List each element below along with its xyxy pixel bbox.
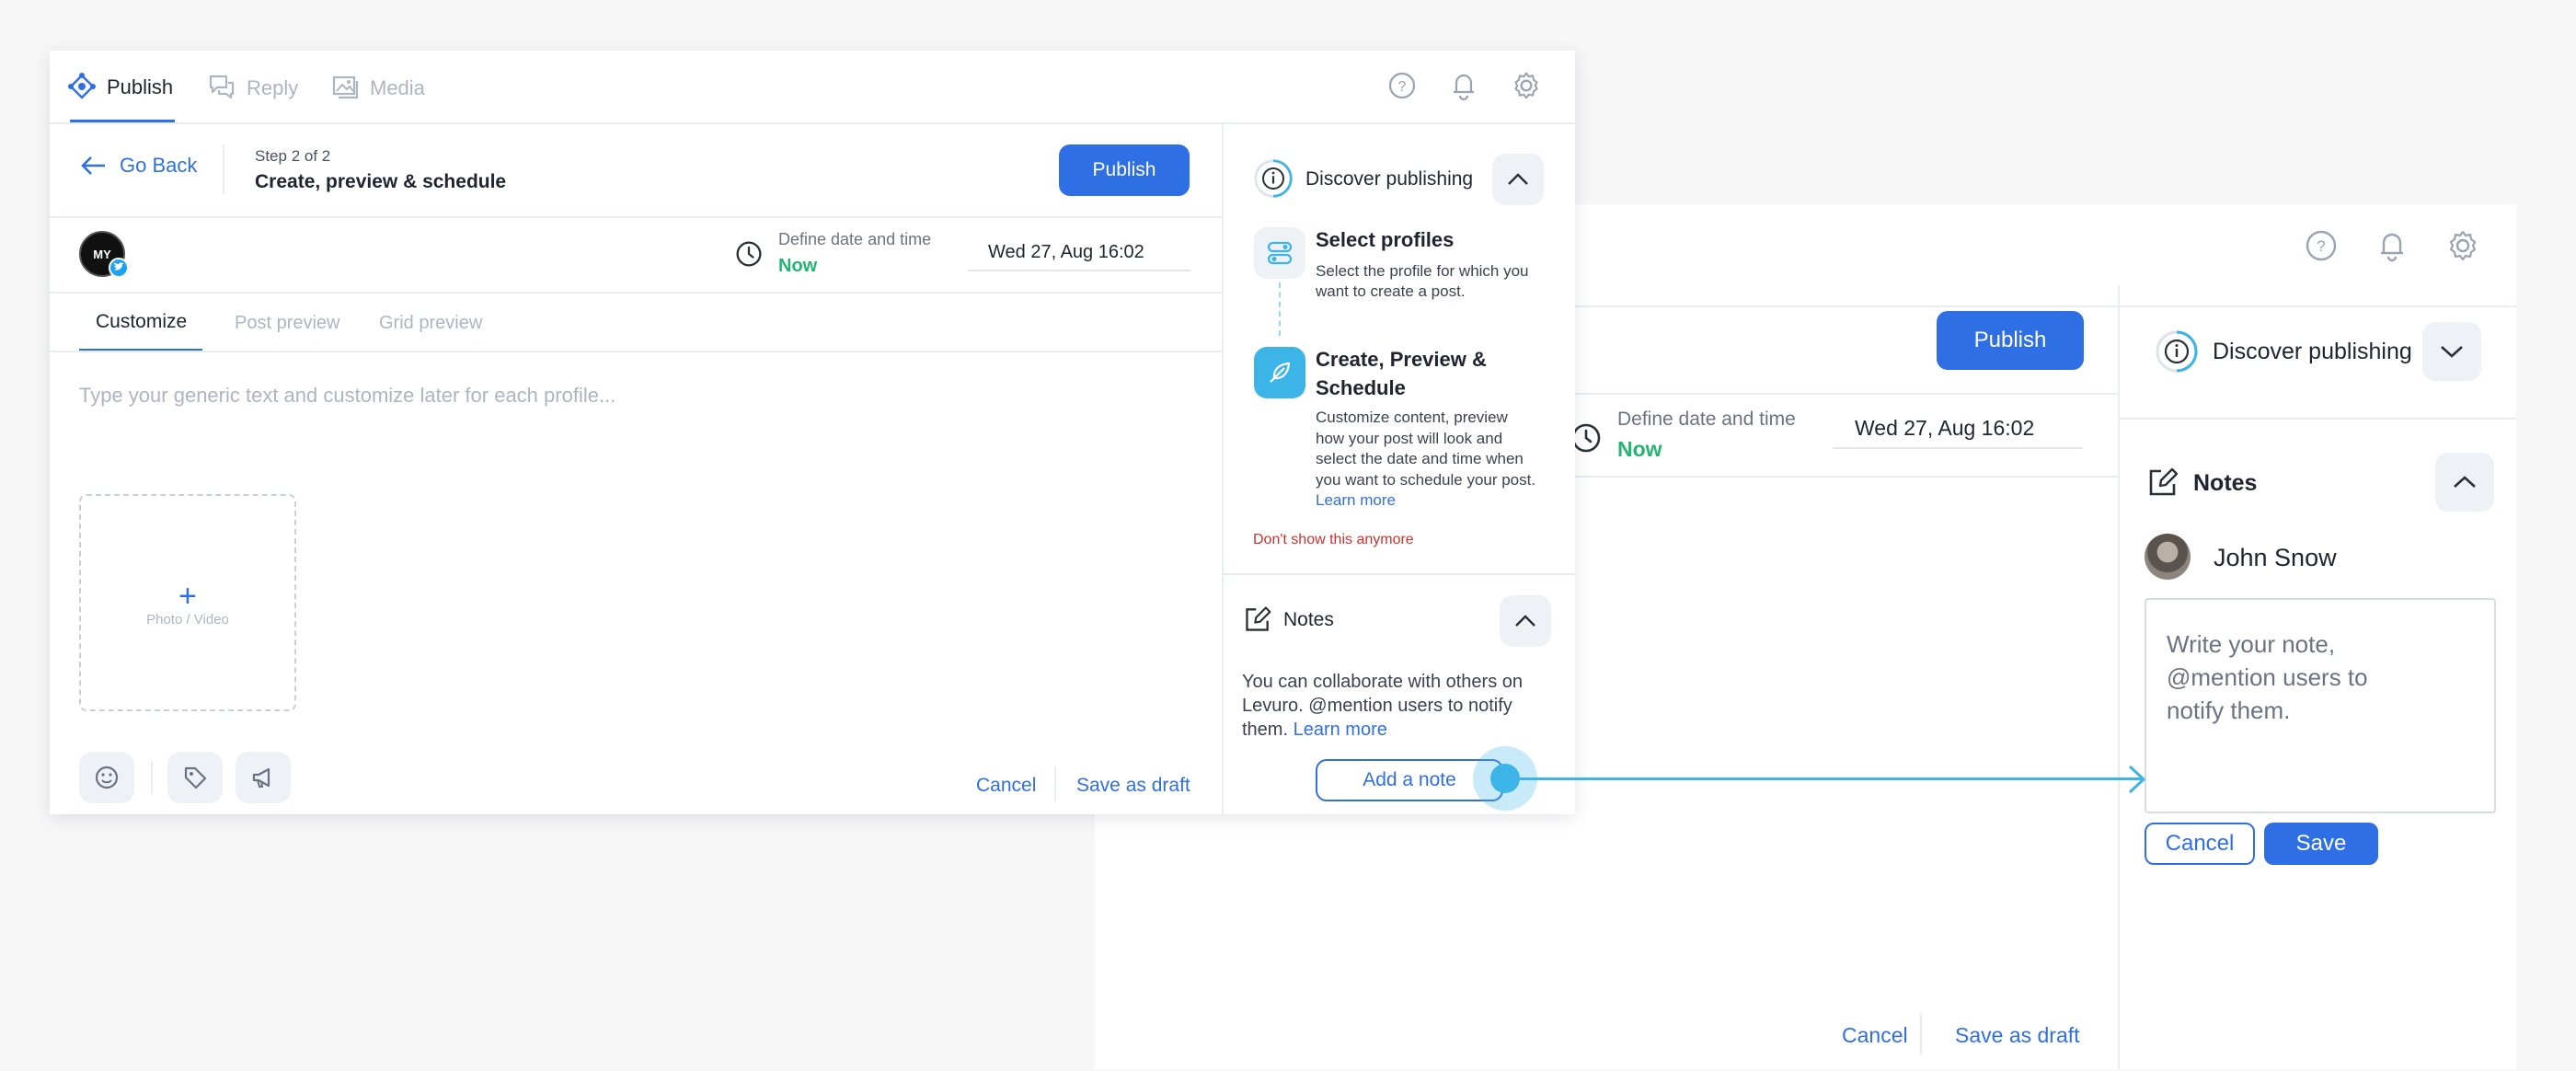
date-field[interactable]: Wed 27, Aug 16:02 [968,233,1190,271]
select-profiles-step-icon [1254,227,1305,279]
discover-icon [1253,158,1294,199]
svg-text:?: ? [2317,237,2325,255]
reply-icon [209,75,235,99]
profile-avatar-text: MY [93,247,111,261]
tab-publish-label: Publish [107,75,174,98]
chevron-up-icon [1508,173,1528,185]
tag-icon [184,766,207,789]
arrow-left-icon [81,156,105,175]
notes-title: Notes [2193,470,2258,496]
media-icon [332,75,359,99]
date-value: Wed 27, Aug 16:02 [988,242,1144,262]
notes-toggle-button[interactable] [2435,453,2494,512]
dont-show-link[interactable]: Don't show this anymore [1253,532,1414,548]
tab-media-label: Media [370,76,425,99]
bell-icon[interactable] [1450,71,1478,100]
note-placeholder: Write your note, @mention users to notif… [2167,630,2368,724]
tab-reply-label: Reply [247,76,299,99]
publish-icon [68,73,96,99]
post-text-input[interactable]: Type your generic text and customize lat… [79,384,615,408]
tab-publish[interactable]: Publish [68,69,173,121]
media-upload-label: Photo / Video [146,612,229,628]
notes-toggle-button[interactable] [1500,595,1551,647]
go-back-link[interactable]: Go Back [79,154,197,178]
connector-arrowhead-icon [2127,764,2147,795]
step-2-learn-more-link[interactable]: Learn more [1316,491,1396,509]
note-textarea[interactable]: Write your note, @mention users to notif… [2145,598,2496,813]
tab-grid-preview[interactable]: Grid preview [379,313,482,334]
emoji-icon [95,766,119,789]
megaphone-icon [252,767,270,788]
media-upload-box[interactable]: + Photo / Video [79,494,296,711]
define-date-label: Define date and time [1617,409,1796,430]
step-1-title: Select profiles [1316,228,1455,251]
step-2-title: Create, Preview & Schedule [1316,348,1487,399]
notes-icon [1243,605,1272,634]
go-back-label: Go Back [120,154,198,177]
date-value: Wed 27, Aug 16:02 [1855,416,2035,440]
step-connector [1279,282,1281,336]
cancel-link[interactable]: Cancel [1842,1023,1908,1048]
gear-icon[interactable] [2446,229,2479,262]
create-step-icon [1254,347,1305,398]
chevron-up-icon [1515,615,1535,627]
emoji-button[interactable] [79,752,134,803]
note-cancel-button[interactable]: Cancel [2145,823,2255,865]
note-save-button[interactable]: Save [2264,823,2378,865]
help-icon[interactable]: ? [2306,230,2337,261]
connector-line [1520,777,2142,780]
step-2-desc: Customize content, preview how your post… [1316,408,1536,512]
twitter-badge-icon [109,258,129,278]
tab-media[interactable]: Media [331,73,425,100]
campaign-button[interactable] [236,752,291,803]
discover-icon [2155,329,2199,374]
click-dot [1490,764,1520,793]
feather-pen-icon [1270,362,1291,383]
notes-icon [2146,466,2179,499]
notes-desc: You can collaborate with others on Levur… [1242,670,1555,742]
tab-reply[interactable]: Reply [208,73,298,100]
cancel-link[interactable]: Cancel [976,775,1036,797]
toggle-list-icon [1267,241,1293,265]
notes-learn-more-link[interactable]: Learn more [1294,720,1387,740]
save-draft-link[interactable]: Save as draft [1955,1023,2080,1048]
discover-toggle-button[interactable] [1492,154,1544,205]
discover-title: Discover publishing [1305,168,1474,190]
save-draft-link[interactable]: Save as draft [1076,775,1190,797]
chevron-up-icon [2454,476,2476,488]
date-field[interactable]: Wed 27, Aug 16:02 [1833,409,2083,449]
now-label: Now [1617,437,1662,461]
tab-customize[interactable]: Customize [96,311,187,333]
user-name: John Snow [2214,544,2337,571]
bell-icon[interactable] [2376,229,2408,262]
tag-button[interactable] [167,752,223,803]
plus-icon: + [178,579,197,614]
avatar [2145,534,2191,580]
define-date-label: Define date and time [778,230,932,248]
tab-post-preview[interactable]: Post preview [235,313,340,334]
gear-icon[interactable] [1512,71,1541,100]
publish-window: Publish Reply Media ? Go Back Step 2 of … [50,51,1575,814]
step-title: Create, preview & schedule [255,171,507,192]
notes-title: Notes [1283,609,1334,630]
clock-icon [1570,422,1602,454]
chevron-down-icon [2441,346,2463,358]
step-1-desc: Select the profile for which you want to… [1316,262,1529,300]
discover-toggle-button[interactable] [2422,322,2481,381]
step-2-desc-text: Customize content, preview how your post… [1316,409,1536,489]
clock-icon [735,240,763,268]
step-label: Step 2 of 2 [255,147,331,165]
help-icon[interactable]: ? [1388,72,1416,99]
svg-text:?: ? [1398,79,1407,95]
now-label: Now [778,256,818,276]
publish-button[interactable]: Publish [1059,144,1190,196]
discover-title: Discover publishing [2213,339,2412,364]
publish-button[interactable]: Publish [1937,311,2084,370]
